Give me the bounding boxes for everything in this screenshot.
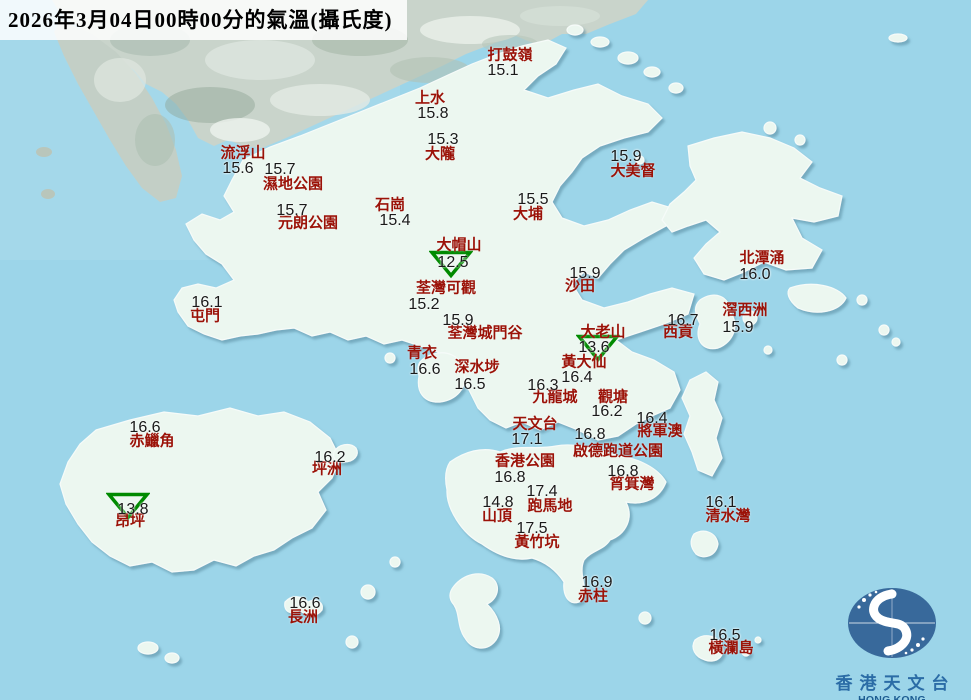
station-name: 滘西洲 [722,302,768,319]
station-temperature: 16.1 [705,494,737,511]
hko-logo: 香港天文台 HONG KONG OBSERVATORY [826,585,958,700]
station-temperature: 15.1 [487,62,519,79]
station-temperature: 16.0 [739,266,771,283]
station-temperature: 14.8 [482,494,514,511]
station-name: 黃竹坑 [514,534,560,551]
station-name: 清水灣 [705,508,751,525]
station-temperature: 15.6 [222,160,254,177]
station-name: 啟德跑道公園 [572,443,664,460]
station-temperature: 16.1 [191,294,223,311]
station-temperature: 16.9 [581,574,613,591]
station-temperature: 15.4 [379,212,411,229]
station-name: 荃灣可觀 [415,280,477,297]
station-temperature: 16.6 [289,595,321,612]
station-name: 深水埗 [454,359,500,376]
station-temperature: 17.5 [516,520,548,537]
station-temperature: 15.5 [517,191,549,208]
station-name: 香港公園 [494,453,556,470]
hko-logo-english: HONG KONG OBSERVATORY [858,694,926,700]
station-temperature: 13.6 [578,339,610,356]
station-name: 大隴 [424,146,456,163]
station-name: 大美督 [610,163,656,180]
station-name: 山頂 [481,508,513,525]
station-temperature: 13.8 [117,501,149,518]
station-name: 跑馬地 [527,498,573,515]
station-name: 大埔 [512,206,544,223]
station-temperature: 16.7 [667,312,699,329]
station-temperature: 15.8 [417,105,449,122]
station-name: 赤柱 [577,588,609,605]
station-temperature: 16.4 [636,410,668,427]
station-temperature: 16.6 [129,419,161,436]
station-temperature: 16.8 [574,426,606,443]
station-name: 濕地公園 [262,176,324,193]
station-temperature: 15.7 [276,202,308,219]
station-temperature: 15.9 [442,312,474,329]
map-title: 2026年3月04日00時00分的氣溫(攝氏度) [0,0,407,40]
temperature-map-screen: 15.1 打鼓嶺 15.8 上水 15.3 大隴 15.6 流浮山 15.7 濕地公園 15.7 元朗… [0,0,971,700]
station-temperature: 16.2 [591,403,623,420]
station-temperature: 15.2 [408,296,440,313]
hko-logo-chinese: 香港天文台 [835,674,956,693]
station-temperature: 15.9 [610,148,642,165]
hko-logo-icon [848,588,936,658]
station-name: 長洲 [287,609,319,626]
station-temperature: 16.6 [409,361,441,378]
station-temperature: 17.1 [511,431,543,448]
station-temperature: 15.9 [722,319,754,336]
station-temperature: 12.5 [437,254,469,271]
station-name: 北潭涌 [739,250,785,267]
station-temperature: 16.2 [314,449,346,466]
station-temperature: 16.5 [709,627,741,644]
station-temperature: 16.3 [527,377,559,394]
station-temperature: 16.8 [494,469,526,486]
station-temperature: 15.9 [569,265,601,282]
station-temperature: 16.4 [561,369,593,386]
station-name: 大帽山 [436,237,482,254]
station-temperature: 16.8 [607,463,639,480]
station-temperature: 15.7 [264,161,296,178]
station-temperature: 17.4 [526,483,558,500]
station-temperature: 15.3 [427,131,459,148]
station-temperature: 16.5 [454,376,486,393]
station-name: 青衣 [406,345,438,362]
station-name: 屯門 [189,308,221,325]
station-name: 赤鱲角 [129,433,175,450]
